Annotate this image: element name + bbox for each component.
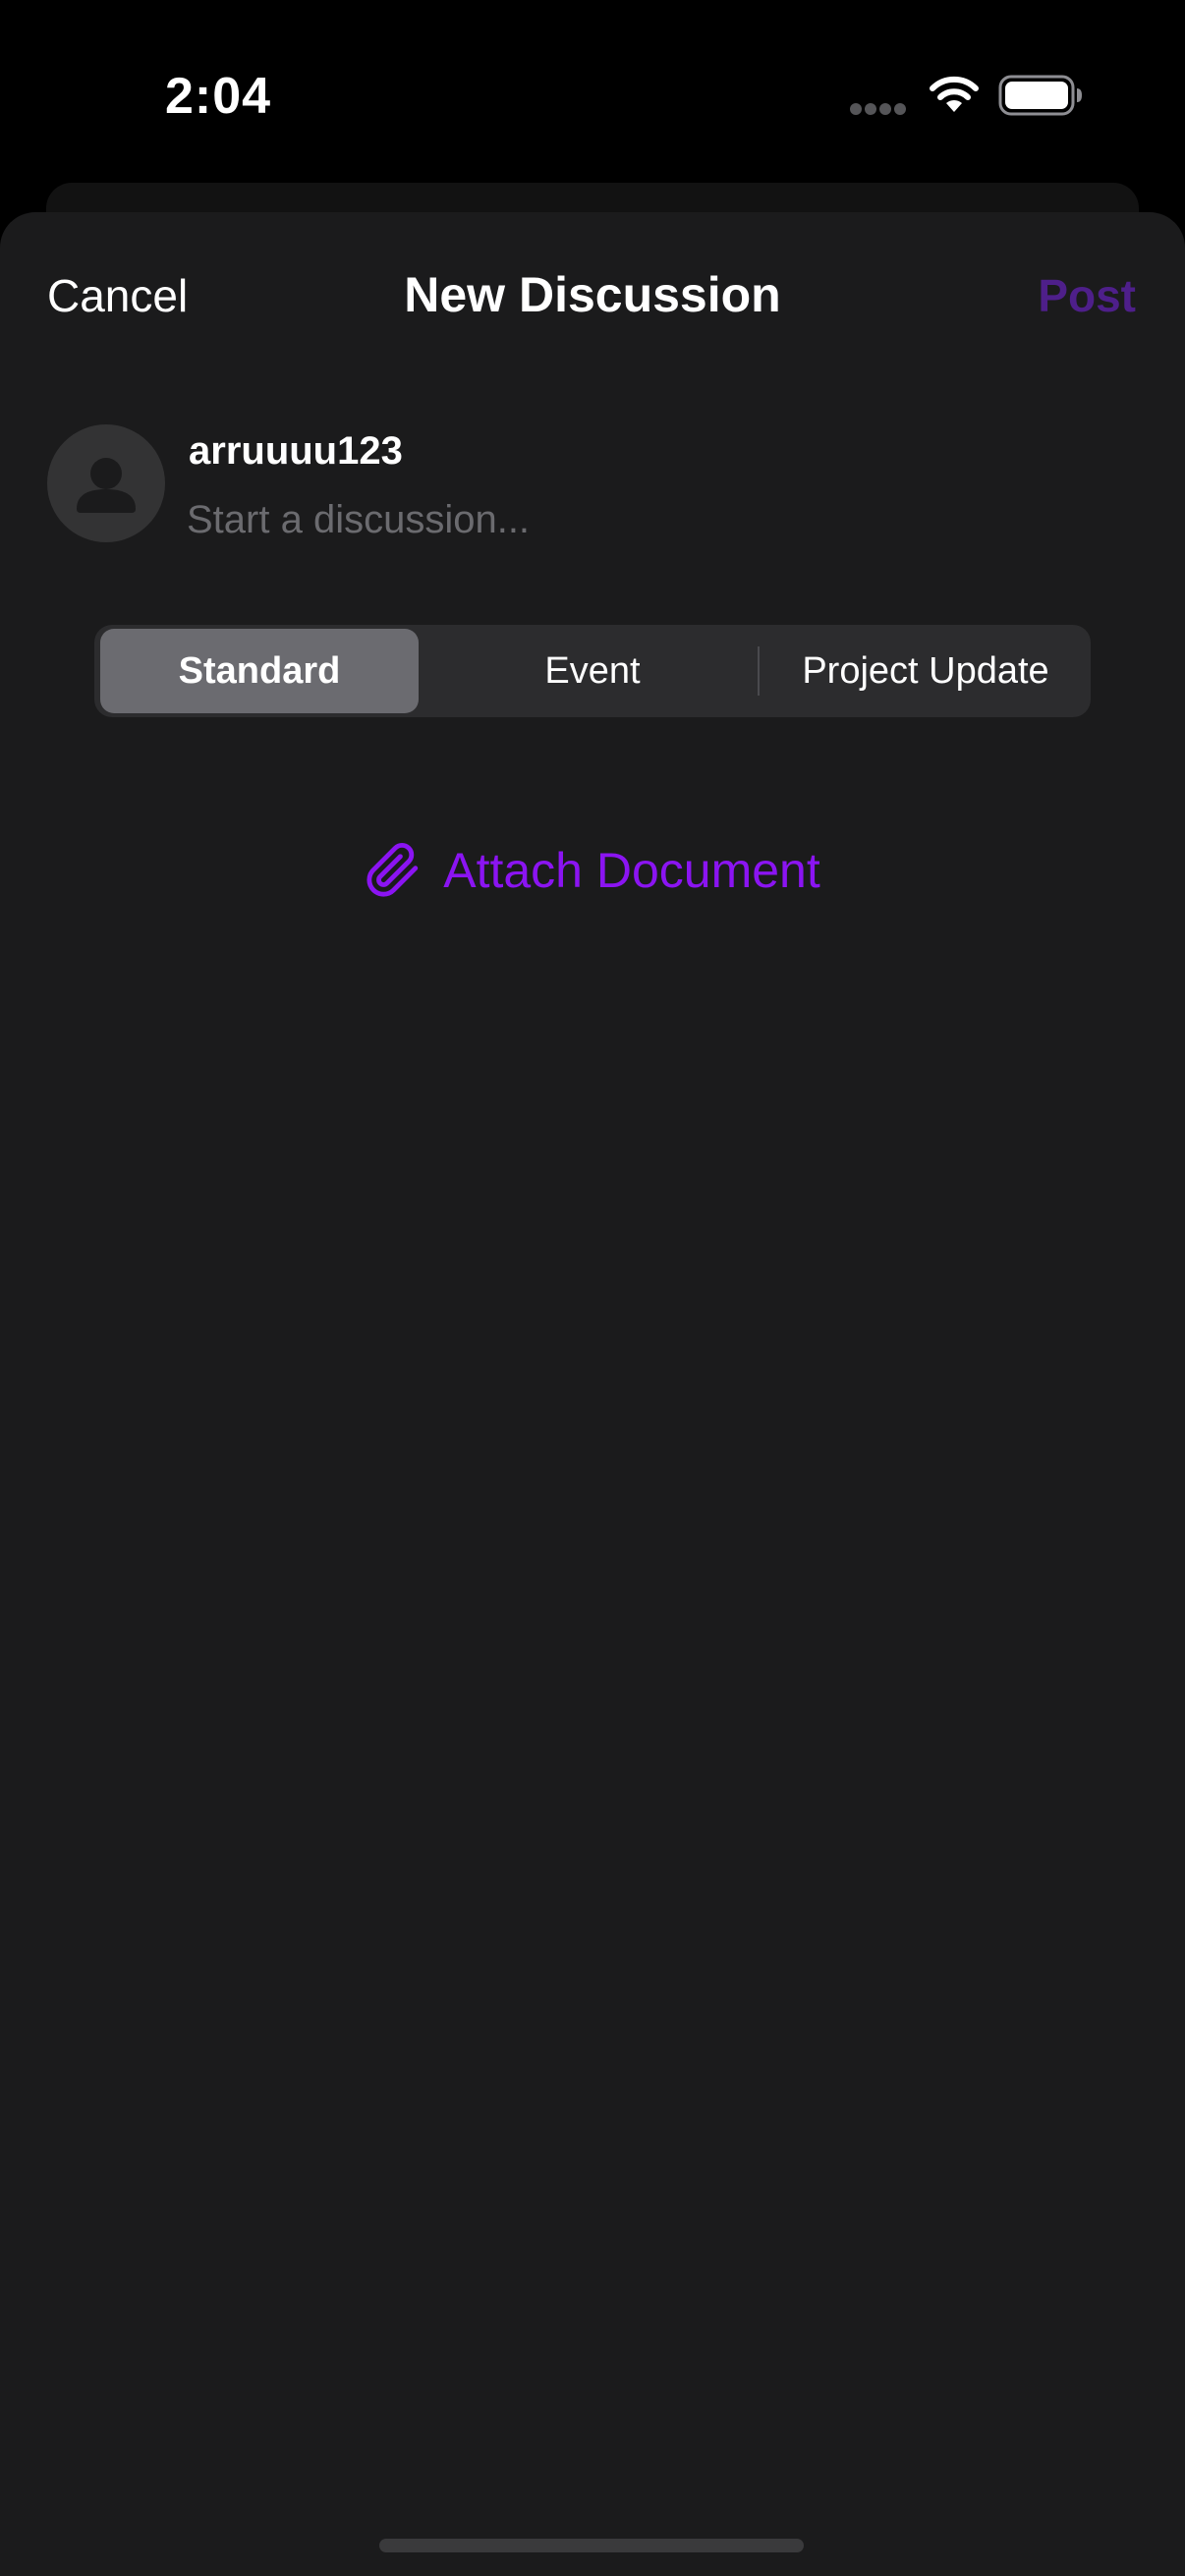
paperclip-icon xyxy=(367,842,419,897)
attach-document-content: Attach Document xyxy=(365,831,820,910)
avatar xyxy=(47,424,165,542)
segment-standard[interactable]: Standard xyxy=(100,629,419,713)
home-indicator[interactable] xyxy=(379,2539,804,2552)
segment-event[interactable]: Event xyxy=(433,629,752,713)
signal-dots-icon xyxy=(850,103,906,115)
discussion-input[interactable] xyxy=(187,487,1130,552)
status-time: 2:04 xyxy=(165,68,272,125)
status-bar: 2:04 xyxy=(0,0,1185,182)
battery-icon xyxy=(998,75,1082,116)
person-icon xyxy=(77,458,136,513)
post-button[interactable]: Post xyxy=(1038,263,1136,328)
cancel-button[interactable]: Cancel xyxy=(47,263,188,328)
attach-document-label: Attach Document xyxy=(443,843,820,898)
segment-divider xyxy=(758,646,760,696)
wifi-icon xyxy=(930,76,979,112)
segment-project-update[interactable]: Project Update xyxy=(766,629,1085,713)
post-type-segmented-control: Standard Event Project Update xyxy=(94,625,1091,717)
attach-document-button[interactable]: Attach Document xyxy=(0,831,1185,910)
new-discussion-sheet xyxy=(0,212,1185,2576)
username: arruuuu123 xyxy=(189,429,403,473)
